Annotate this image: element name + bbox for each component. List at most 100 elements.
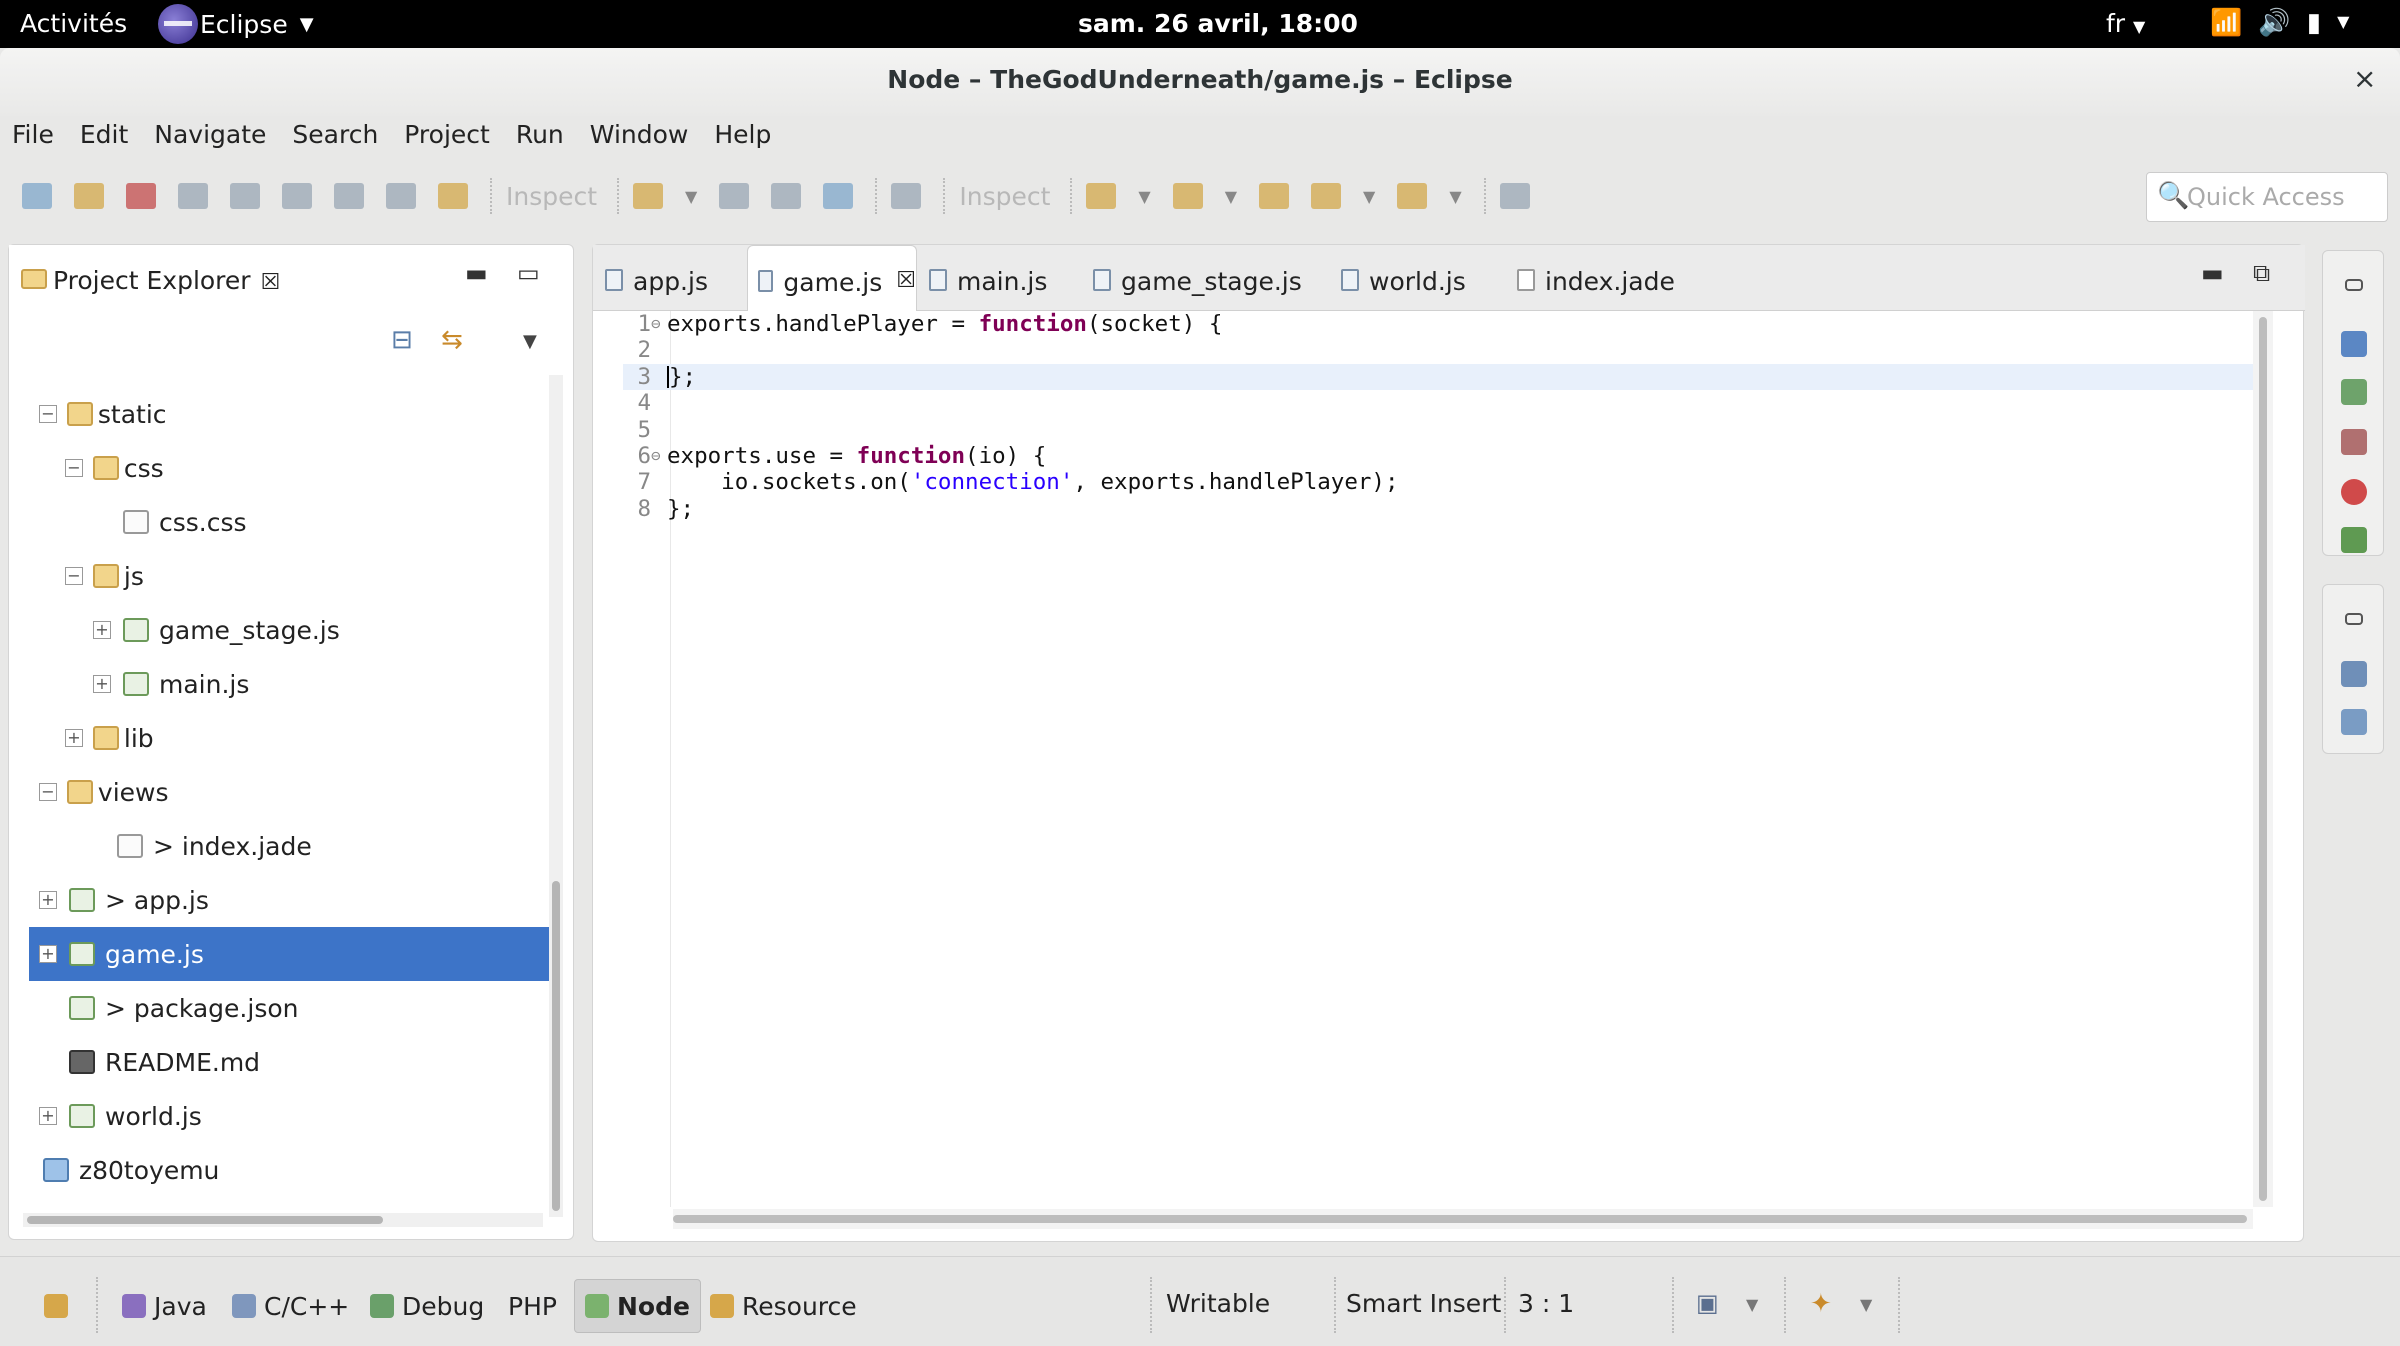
perspective-php[interactable]: PHP [498,1279,567,1333]
minimize-icon[interactable]: ▬ [465,259,488,287]
tab-world-js[interactable]: world.js [1341,245,1466,311]
debug-icon[interactable] [2341,379,2367,405]
tree-item-lib[interactable]: + > lib [65,711,154,765]
print-icon[interactable] [823,183,854,209]
chevron-down-icon[interactable]: ▼ [1746,1275,1758,1335]
collapse-icon[interactable]: − [65,459,83,477]
tree-item-js-folder[interactable]: − > js [65,549,144,603]
next-annotation-icon[interactable] [1086,183,1117,209]
menu-run[interactable]: Run [516,116,564,160]
previous-annotation-icon[interactable] [1172,183,1203,209]
maximize-icon[interactable]: ▭ [517,259,540,287]
suspend-icon[interactable] [74,183,104,209]
expand-icon[interactable]: + [39,1107,57,1125]
new-icon[interactable] [633,183,664,209]
chevron-down-icon[interactable]: ▼ [1449,187,1461,206]
input-language[interactable]: fr ▼ [2106,9,2145,38]
terminate-icon[interactable] [126,183,156,209]
back-arrow-icon[interactable] [1311,183,1342,209]
chevron-down-icon[interactable]: ▼ [1860,1275,1872,1335]
open-perspective-button[interactable] [34,1279,86,1333]
error-log-icon[interactable] [2341,479,2367,505]
close-icon[interactable]: ☒ [896,268,916,293]
chevron-down-icon[interactable]: ▼ [685,187,697,206]
save-icon[interactable] [719,183,750,209]
tree-item-readme[interactable]: README.md [69,1035,260,1089]
scrollbar-thumb[interactable] [27,1216,383,1224]
perspective-node[interactable]: Node [574,1279,701,1333]
perspective-debug[interactable]: Debug [360,1279,494,1333]
editor-horizontal-scrollbar[interactable] [673,1209,2253,1229]
explorer-vertical-scrollbar[interactable] [549,375,563,1217]
menu-window[interactable]: Window [590,116,689,160]
tab-index-jade[interactable]: index.jade [1517,245,1675,311]
scrollbar-thumb[interactable] [673,1215,2247,1223]
expand-icon[interactable]: + [39,945,57,963]
tab-game-stage-js[interactable]: game_stage.js [1093,245,1302,311]
menu-project[interactable]: Project [404,116,490,160]
step-into-icon[interactable] [230,183,260,209]
pin-editor-icon[interactable] [1499,183,1530,209]
use-step-filters-icon[interactable] [438,183,468,209]
scrollbar-thumb[interactable] [552,881,560,1211]
save-all-icon[interactable] [771,183,802,209]
tree-item-views[interactable]: − > views [39,765,169,819]
tab-main-js[interactable]: main.js [929,245,1047,311]
app-menu[interactable]: Eclipse ▼ [158,2,314,46]
quick-access-input[interactable]: 🔍 Quick Access [2146,172,2388,222]
explorer-horizontal-scrollbar[interactable] [23,1213,543,1227]
restore-icon[interactable] [2345,279,2363,291]
fold-icon[interactable]: ⊖ [651,311,661,337]
tree-item-game-js[interactable]: + game.js [29,927,549,981]
collapse-icon[interactable]: − [65,567,83,585]
console-icon[interactable] [2341,331,2367,357]
inspect-button-2[interactable]: Inspect [959,182,1050,211]
chevron-down-icon[interactable]: ▼ [1363,187,1375,206]
system-tray[interactable]: 📶 🔊 ▮ ▼ [2210,8,2349,38]
inspect-button[interactable]: Inspect [506,182,597,211]
call-hierarchy-icon[interactable] [2341,527,2367,553]
expand-icon[interactable]: + [39,891,57,909]
menu-navigate[interactable]: Navigate [154,116,266,160]
expand-icon[interactable]: + [65,729,83,747]
menu-file[interactable]: File [12,116,54,160]
tab-game-js[interactable]: game.js ☒ [747,245,917,311]
tree-item-app-js[interactable]: + > app.js [39,873,209,927]
forward-arrow-icon[interactable] [1397,183,1428,209]
last-edit-location-icon[interactable] [1259,183,1290,209]
minimize-icon[interactable]: ▬ [2201,259,2224,287]
tree-item-main-js[interactable]: + main.js [93,657,249,711]
disconnect-icon[interactable] [178,183,208,209]
tree-item-static[interactable]: − > static [39,387,167,441]
restore-icon[interactable] [2345,613,2363,625]
step-over-icon[interactable] [282,183,312,209]
menu-edit[interactable]: Edit [80,116,128,160]
tree-item-game-stage-js[interactable]: + game_stage.js [93,603,340,657]
collapse-icon[interactable]: − [39,783,57,801]
step-return-icon[interactable] [334,183,364,209]
tab-project-explorer[interactable]: Project Explorer ☒ [9,245,281,309]
view-menu-icon[interactable]: ▼ [523,331,537,352]
menu-search[interactable]: Search [292,116,378,160]
chevron-down-icon[interactable]: ▼ [1225,187,1237,206]
build-status-icon[interactable]: ▣ [1696,1275,1719,1335]
menu-help[interactable]: Help [714,116,771,160]
open-console-icon[interactable] [891,183,922,209]
chevron-down-icon[interactable]: ▼ [1138,187,1150,206]
maximize-icon[interactable]: ⧉ [2253,259,2270,287]
collapse-all-icon[interactable]: ⊟ [391,325,413,355]
activities-button[interactable]: Activités [20,9,127,38]
drop-to-frame-icon[interactable] [386,183,416,209]
outline-icon[interactable] [2341,661,2367,687]
close-icon[interactable]: ☒ [261,270,281,295]
tree-item-css-folder[interactable]: − > css [65,441,164,495]
fold-icon[interactable]: ⊖ [651,443,661,469]
tree-item-z80toyemu[interactable]: z80toyemu [43,1143,219,1197]
expand-icon[interactable]: + [93,675,111,693]
tasks-icon[interactable] [2341,709,2367,735]
tree-item-package-json[interactable]: > package.json [69,981,299,1035]
scrollbar-thumb[interactable] [2259,317,2267,1201]
tab-app-js[interactable]: app.js [605,245,708,311]
perspective-resource[interactable]: Resource [700,1279,867,1333]
rocket-icon[interactable]: ✦ [1810,1275,1832,1335]
